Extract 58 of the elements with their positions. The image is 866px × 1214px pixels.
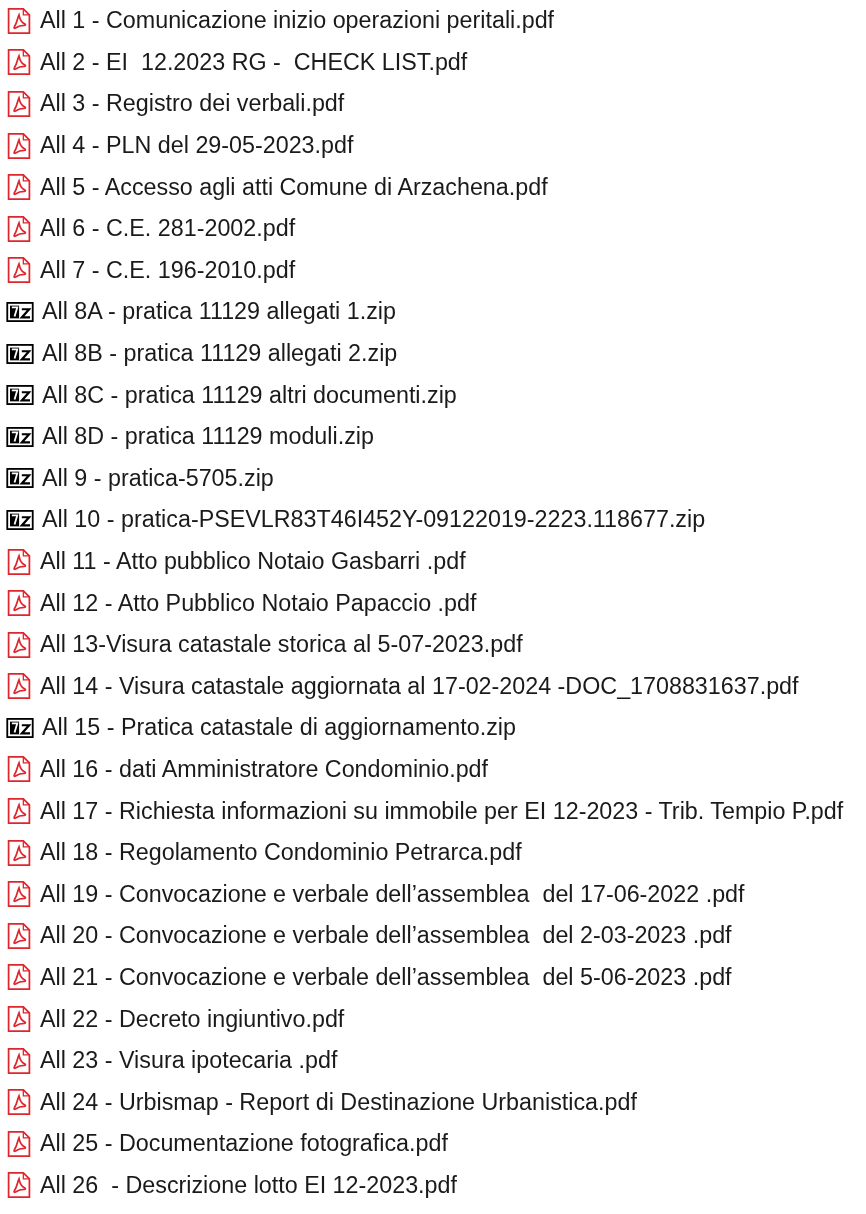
pdf-file-icon — [6, 1047, 32, 1074]
archive-file-icon — [6, 301, 34, 322]
file-name[interactable]: All 19 - Convocazione e verbale dell’assemblea del 17-06-2022 .pdf — [40, 880, 745, 908]
file-name[interactable]: All 21 - Convocazione e verbale dell’assemblea del 5-06-2023 .pdf — [40, 963, 732, 991]
pdf-file-icon — [6, 798, 32, 825]
archive-file-icon — [6, 426, 34, 447]
archive-file-icon — [6, 509, 34, 530]
file-name[interactable]: All 12 - Atto Pubblico Notaio Papaccio .pdf — [40, 589, 477, 617]
pdf-file-icon — [6, 1172, 32, 1199]
pdf-file-icon — [6, 881, 32, 908]
pdf-file-icon — [6, 91, 32, 117]
file-name[interactable]: All 4 - PLN del 29-05-2023.pdf — [40, 132, 354, 160]
pdf-file-icon — [6, 257, 32, 284]
file-name[interactable]: All 11 - Atto pubblico Notaio Gasbarri .pdf — [40, 548, 466, 575]
file-name[interactable]: All 14 - Visura catastale aggiornata al 17-02-2024 -DOC_1708831637.pdf — [40, 672, 799, 700]
pdf-file-icon — [6, 673, 32, 700]
file-name[interactable]: All 13-Visura catastale storica al 5-07-2023.pdf — [40, 631, 523, 659]
file-name[interactable]: All 5 - Accesso agli atti Comune di Arzachena.pdf — [40, 173, 548, 201]
archive-file-icon — [6, 385, 34, 406]
pdf-file-icon — [6, 922, 32, 949]
file-name[interactable]: All 9 - pratica-5705.zip — [42, 464, 274, 492]
pdf-file-icon — [6, 215, 32, 242]
file-name[interactable]: All 22 - Decreto ingiuntivo.pdf — [40, 1005, 345, 1033]
file-name[interactable]: All 8D - pratica 11129 moduli.zip — [42, 423, 374, 451]
file-name[interactable]: All 8C - pratica 11129 altri documenti.zip — [42, 381, 457, 409]
file-name[interactable]: All 8A - pratica 11129 allegati 1.zip — [42, 298, 396, 326]
file-name[interactable]: All 3 - Registro dei verbali.pdf — [40, 90, 345, 118]
file-name[interactable]: All 26 - Descrizione lotto EI 12-2023.pdf — [40, 1171, 457, 1199]
file-name[interactable]: All 10 - pratica-PSEVLR83T46I452Y-09122019-2223.118677.zip — [42, 506, 706, 534]
file-name[interactable]: All 25 - Documentazione fotografica.pdf — [40, 1130, 448, 1158]
file-name[interactable]: All 15 - Pratica catastale di aggiornamento.zip — [42, 714, 516, 742]
file-name[interactable]: All 7 - C.E. 196-2010.pdf — [40, 256, 296, 284]
pdf-file-icon — [6, 839, 32, 866]
file-name[interactable]: All 24 - Urbismap - Report di Destinazione Urbanistica.pdf — [40, 1088, 637, 1116]
pdf-file-icon — [6, 590, 32, 617]
pdf-file-icon — [6, 174, 32, 201]
pdf-file-icon — [6, 1089, 32, 1116]
archive-file-icon — [6, 343, 34, 364]
pdf-file-icon — [6, 1130, 32, 1157]
pdf-file-icon — [6, 548, 32, 575]
archive-file-icon — [6, 468, 34, 489]
file-name[interactable]: All 2 - EI 12.2023 RG - CHECK LIST.pdf — [40, 48, 468, 76]
pdf-file-icon — [6, 132, 32, 159]
pdf-file-icon — [6, 964, 32, 991]
file-name[interactable]: All 20 - Convocazione e verbale dell’assemblea del 2-03-2023 .pdf — [40, 922, 732, 950]
file-name[interactable]: All 23 - Visura ipotecaria .pdf — [40, 1047, 338, 1075]
pdf-file-icon — [6, 49, 32, 76]
file-name[interactable]: All 17 - Richiesta informazioni su immobile per EI 12-2023 - Trib. Tempio P.pdf — [40, 797, 844, 825]
archive-file-icon — [6, 717, 34, 738]
file-name[interactable]: All 6 - C.E. 281-2002.pdf — [40, 215, 296, 243]
pdf-file-icon — [6, 631, 32, 658]
file-name[interactable]: All 18 - Regolamento Condominio Petrarca.pdf — [40, 839, 522, 867]
pdf-file-icon — [6, 756, 32, 783]
file-name[interactable]: All 8B - pratica 11129 allegati 2.zip — [42, 340, 398, 368]
file-name[interactable]: All 1 - Comunicazione inizio operazioni peritali.pdf — [40, 7, 555, 35]
file-name[interactable]: All 16 - dati Amministratore Condominio.pdf — [40, 756, 489, 783]
pdf-file-icon — [6, 7, 32, 34]
pdf-file-icon — [6, 1006, 32, 1033]
